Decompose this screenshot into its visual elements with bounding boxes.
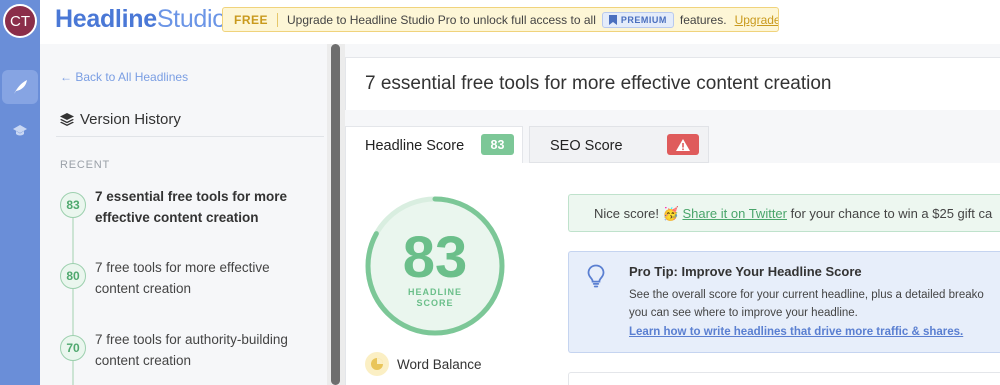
recent-section-label: RECENT <box>60 159 111 171</box>
lightbulb-icon <box>587 264 605 288</box>
tab-seo-score[interactable]: SEO Score <box>529 126 709 163</box>
headline-card[interactable]: 7 essential free tools for more effectiv… <box>345 57 1000 110</box>
banner-message-end: features. <box>679 12 727 27</box>
history-item-text: 7 free tools for authority-building cont… <box>95 332 288 368</box>
next-card <box>568 372 1000 385</box>
free-label: FREE <box>223 12 279 27</box>
word-balance-section[interactable]: Word Balance <box>365 352 482 376</box>
score-label-line2: SCORE <box>416 298 453 308</box>
headline-score-gauge: 83 HEADLINE SCORE <box>365 196 505 336</box>
word-balance-label: Word Balance <box>397 356 482 372</box>
score-badge: 83 <box>60 192 86 218</box>
scrollbar-thumb[interactable] <box>331 44 340 385</box>
feather-icon[interactable] <box>2 70 38 104</box>
headline-score-badge: 83 <box>481 134 514 155</box>
score-value: 83 <box>403 225 468 290</box>
upgrade-now-link[interactable]: Upgrade Now <box>735 13 778 27</box>
bookmark-icon <box>608 14 617 25</box>
warning-icon <box>667 134 699 155</box>
nice-score-alert: Nice score! 🥳 Share it on Twitter for yo… <box>568 194 1000 232</box>
avatar[interactable]: CT <box>3 4 37 38</box>
pro-tip-body: See the overall score for your current h… <box>629 289 984 319</box>
learn-headlines-link[interactable]: Learn how to write headlines that drive … <box>629 326 963 338</box>
divider <box>56 136 324 137</box>
version-history-panel: ← Back to All Headlines Version History … <box>40 44 327 385</box>
premium-badge: PREMIUM <box>601 11 674 28</box>
layers-icon <box>60 113 74 126</box>
upgrade-banner: FREE Upgrade to Headline Studio Pro to u… <box>222 7 779 32</box>
pro-tip-box: Pro Tip: Improve Your Headline Score See… <box>568 251 1000 353</box>
score-label-line1: HEADLINE <box>408 287 462 297</box>
app-rail: CT <box>0 0 40 385</box>
brand-logo[interactable]: HeadlineStudio <box>55 5 226 34</box>
pro-tip-title: Pro Tip: Improve Your Headline Score <box>629 264 862 279</box>
history-item-text: 7 essential free tools for more effectiv… <box>95 189 288 225</box>
banner-message: Upgrade to Headline Studio Pro to unlock… <box>287 12 596 27</box>
version-history-title: Version History <box>60 111 181 128</box>
history-item-text: 7 free tools for more effective content … <box>95 260 270 296</box>
score-badge: 70 <box>60 335 86 361</box>
tab-headline-score[interactable]: Headline Score 83 <box>345 126 523 163</box>
headline-text[interactable]: 7 essential free tools for more effectiv… <box>365 73 831 95</box>
share-on-twitter-link[interactable]: Share it on Twitter <box>682 206 787 221</box>
back-to-headlines-link[interactable]: ← Back to All Headlines <box>60 70 188 84</box>
pie-chart-icon <box>365 352 389 376</box>
graduation-cap-icon[interactable] <box>2 114 38 148</box>
score-badge: 80 <box>60 263 86 289</box>
